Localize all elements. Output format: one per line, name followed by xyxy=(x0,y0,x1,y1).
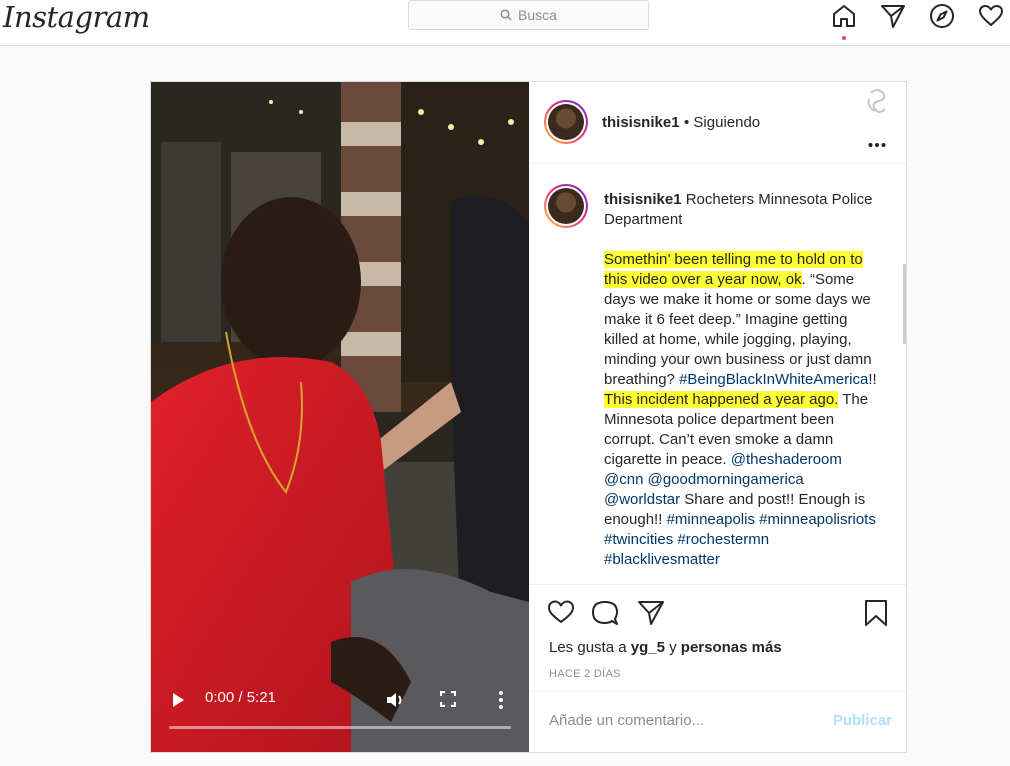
video-player[interactable]: 0:00 / 5:21 xyxy=(151,82,529,752)
avatar[interactable] xyxy=(544,100,588,144)
search-box[interactable]: Busca xyxy=(408,0,649,30)
likes-summary: Les gusta a yg_5 y personas más xyxy=(549,639,782,656)
hashtag-link[interactable]: #minneapolisriots xyxy=(759,511,876,528)
post-side-panel: thisisnike1 • Siguiendo thisisnike1 Roch… xyxy=(529,82,906,752)
like-heart-icon[interactable] xyxy=(547,599,575,625)
explore-icon[interactable] xyxy=(928,2,956,30)
caption-text: Somethin’ been telling me to hold on to … xyxy=(604,250,880,570)
threads-icon xyxy=(867,89,886,113)
instagram-logo[interactable]: Instagram xyxy=(3,0,150,34)
follow-status[interactable]: • Siguiendo xyxy=(684,114,760,131)
likes-prefix: Les gusta a xyxy=(549,639,627,656)
comment-icon[interactable] xyxy=(591,599,619,627)
post-actions: Les gusta a yg_5 y personas más HACE 2 D… xyxy=(529,584,906,692)
post-timestamp[interactable]: HACE 2 DÍAS xyxy=(549,668,621,680)
more-options-video-icon[interactable] xyxy=(498,690,504,710)
search-icon xyxy=(500,9,512,21)
more-options-icon[interactable] xyxy=(868,142,886,148)
hashtag-link[interactable]: #twincities xyxy=(604,531,673,548)
mention-link[interactable]: @goodmorningamerica xyxy=(648,471,804,488)
comment-input[interactable] xyxy=(549,712,809,729)
activity-heart-icon[interactable] xyxy=(977,2,1005,30)
home-icon[interactable] xyxy=(830,2,858,30)
likes-user-link[interactable]: yg_5 xyxy=(631,639,665,656)
post-author: thisisnike1 • Siguiendo xyxy=(602,114,760,132)
direct-messages-icon[interactable] xyxy=(879,2,907,30)
hashtag-link[interactable]: #minneapolis xyxy=(667,511,755,528)
caption-scrollbar[interactable] xyxy=(903,264,906,344)
share-icon[interactable] xyxy=(637,599,665,627)
top-navbar: Instagram Busca xyxy=(0,0,1010,46)
video-controls: 0:00 / 5:21 xyxy=(151,678,529,748)
post-header: thisisnike1 • Siguiendo xyxy=(529,82,906,164)
post-card: 0:00 / 5:21 thisisnike1 • Siguiendo this… xyxy=(150,81,907,753)
mention-link[interactable]: @theshaderoom xyxy=(731,451,842,468)
caption-avatar[interactable] xyxy=(544,184,588,228)
mention-link[interactable]: @cnn xyxy=(604,471,643,488)
caption-header: thisisnike1 Rocheters Minnesota Police D… xyxy=(604,190,880,230)
caption-segment: !! xyxy=(868,371,877,388)
video-frame xyxy=(151,82,529,752)
comment-bar: Publicar xyxy=(529,691,906,752)
hashtag-link[interactable]: #rochestermn xyxy=(677,531,769,548)
video-progress-bar[interactable] xyxy=(169,726,511,729)
save-bookmark-icon[interactable] xyxy=(863,599,889,627)
publish-button[interactable]: Publicar xyxy=(833,712,892,729)
likes-others-link[interactable]: personas más xyxy=(681,639,782,656)
hashtag-link[interactable]: #BeingBlackInWhiteAmerica xyxy=(679,371,868,388)
video-timecode: 0:00 / 5:21 xyxy=(205,689,276,706)
play-icon[interactable] xyxy=(171,692,185,708)
likes-and: y xyxy=(669,639,677,656)
caption-area: thisisnike1 Rocheters Minnesota Police D… xyxy=(529,164,906,584)
mention-link[interactable]: @worldstar xyxy=(604,491,680,508)
search-placeholder: Busca xyxy=(518,7,557,23)
fullscreen-icon[interactable] xyxy=(440,691,456,707)
caption-highlight-2: This incident happened a year ago. xyxy=(604,391,839,408)
author-username[interactable]: thisisnike1 xyxy=(602,114,680,131)
notification-dot xyxy=(842,36,846,40)
volume-icon[interactable] xyxy=(385,690,405,710)
hashtag-link[interactable]: #blacklivesmatter xyxy=(604,551,720,568)
caption-username[interactable]: thisisnike1 xyxy=(604,191,682,208)
